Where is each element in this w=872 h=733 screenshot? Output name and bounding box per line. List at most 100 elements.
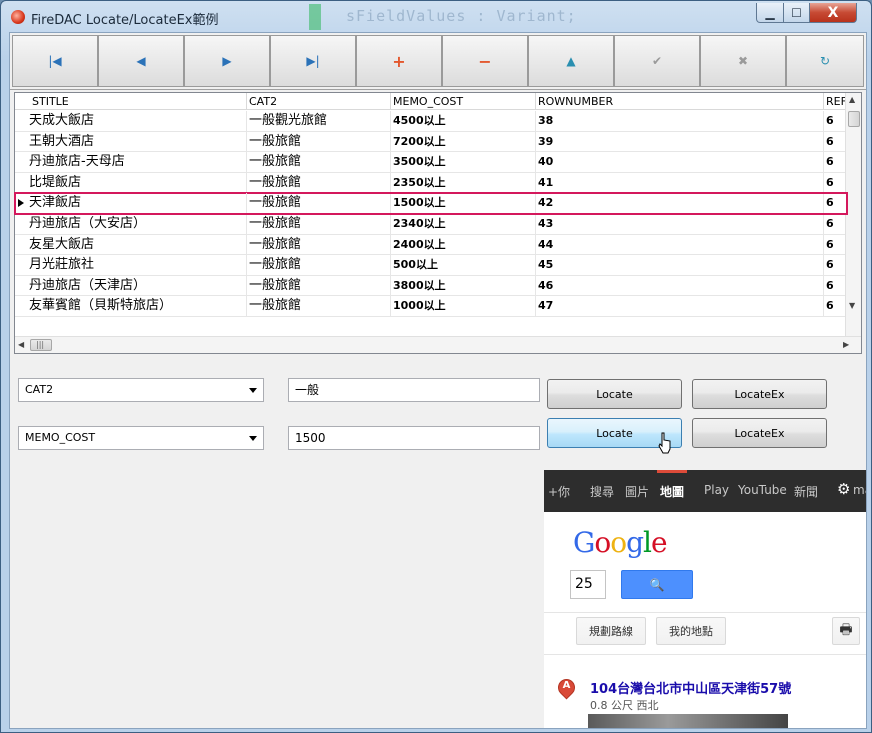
table-cell[interactable]: 6 — [824, 213, 847, 234]
table-cell[interactable]: 一般旅館 — [247, 152, 391, 172]
table-cell[interactable]: 1000以上 — [391, 296, 536, 316]
map-search-button[interactable]: 🔍 — [621, 570, 693, 599]
table-cell[interactable]: 天成大飯店 — [15, 111, 247, 131]
map-nav-item[interactable]: 搜尋 — [590, 483, 614, 500]
table-cell[interactable]: 6 — [824, 255, 847, 275]
table-cell[interactable]: 丹迪旅店-天母店 — [15, 152, 247, 172]
table-cell[interactable]: 46 — [536, 275, 824, 296]
vertical-scrollbar[interactable]: ▲ ▼ — [845, 93, 861, 336]
directions-button[interactable]: 規劃路線 — [576, 617, 646, 645]
field2-value-input[interactable]: 1500 — [288, 426, 540, 450]
locate-button-1[interactable]: Locate — [547, 379, 682, 409]
map-nav-item[interactable]: YouTube — [738, 483, 787, 497]
table-row[interactable]: 丹迪旅店-天母店 一般旅館 3500以上 40 6 — [15, 152, 847, 173]
field1-value-input[interactable]: 一般 — [288, 378, 540, 402]
table-row[interactable]: 比堤飯店 一般旅館 2350以上 41 6 — [15, 172, 847, 194]
next-record-button[interactable]: ▶ — [184, 35, 270, 87]
table-cell[interactable]: 43 — [536, 213, 824, 234]
table-cell[interactable]: 38 — [536, 111, 824, 131]
table-cell[interactable]: 4500以上 — [391, 111, 536, 131]
map-browser[interactable]: +你 搜尋圖片地圖 Play YouTube 新聞 ⚙ma Google 25 🔍 規劃路… — [544, 470, 866, 728]
my-places-button[interactable]: 我的地點 — [656, 617, 726, 645]
table-cell[interactable]: 2350以上 — [391, 172, 536, 193]
map-search-input[interactable]: 25 — [570, 570, 606, 599]
table-cell[interactable]: 一般旅館 — [247, 275, 391, 296]
data-grid[interactable]: STITLECAT2MEMO_COSTROWNUMBERREF_ 天成大飯店一般… — [14, 92, 862, 354]
table-cell[interactable]: 月光莊旅社 — [15, 255, 247, 275]
table-cell[interactable]: 丹迪旅店（天津店） — [15, 275, 247, 296]
map-nav-item[interactable]: Play — [704, 483, 729, 497]
table-cell[interactable]: 3800以上 — [391, 275, 536, 296]
table-cell[interactable]: 一般旅館 — [247, 131, 391, 152]
prior-record-button[interactable]: ◀ — [98, 35, 184, 87]
horizontal-scrollbar[interactable]: ◀ ||| ▶ — [15, 336, 861, 353]
table-cell[interactable]: 1500以上 — [391, 193, 536, 213]
scroll-down-icon[interactable]: ▼ — [849, 301, 855, 310]
field1-combo[interactable]: CAT2 — [18, 378, 264, 402]
post-edit-button[interactable]: ✔ — [614, 35, 700, 87]
scroll-up-icon[interactable]: ▲ — [849, 95, 855, 104]
table-cell[interactable]: 39 — [536, 131, 824, 152]
table-cell[interactable]: 一般旅館 — [247, 296, 391, 316]
table-row[interactable]: 友華賓館（貝斯特旅店） 一般旅館 1000以上 47 6 — [15, 296, 847, 317]
table-cell[interactable]: 6 — [824, 111, 847, 131]
table-cell[interactable]: 6 — [824, 193, 847, 213]
column-header[interactable]: ROWNUMBER — [536, 93, 824, 109]
table-cell[interactable]: 一般旅館 — [247, 255, 391, 275]
title-bar[interactable]: FireDAC Locate/LocateEx範例 sFieldValues :… — [1, 1, 871, 31]
edit-record-button[interactable]: ▲ — [528, 35, 614, 87]
table-cell[interactable]: 6 — [824, 131, 847, 152]
table-row[interactable]: 月光莊旅社 一般旅館 500以上 45 6 — [15, 255, 847, 276]
gear-icon[interactable]: ⚙ — [837, 480, 850, 498]
table-cell[interactable]: 一般旅館 — [247, 193, 391, 213]
map-nav-item[interactable]: +你 — [548, 483, 570, 500]
refresh-button[interactable]: ↻ — [786, 35, 864, 87]
delete-record-button[interactable]: − — [442, 35, 528, 87]
selected-table-row[interactable]: 天津飯店 一般旅館 1500以上 42 6 — [14, 192, 848, 215]
map-nav-item[interactable]: 新聞 — [794, 483, 818, 500]
table-cell[interactable]: 友星大飯店 — [15, 234, 247, 255]
column-header[interactable]: CAT2 — [247, 93, 391, 109]
column-header[interactable]: REF_ — [824, 93, 847, 109]
table-cell[interactable]: 6 — [824, 296, 847, 316]
table-cell[interactable]: 2400以上 — [391, 234, 536, 255]
locateex-button-2[interactable]: LocateEx — [692, 418, 827, 448]
table-cell[interactable]: 2340以上 — [391, 213, 536, 234]
table-cell[interactable]: 42 — [536, 193, 824, 213]
table-cell[interactable]: 45 — [536, 255, 824, 275]
table-cell[interactable]: 44 — [536, 234, 824, 255]
table-cell[interactable]: 7200以上 — [391, 131, 536, 152]
vertical-scroll-thumb[interactable] — [848, 111, 860, 127]
cancel-edit-button[interactable]: ✖ — [700, 35, 786, 87]
result-address-link[interactable]: 104台灣台北市中山區天津街57號 — [590, 678, 791, 697]
map-nav-item[interactable]: 地圖 — [660, 483, 684, 500]
scroll-left-icon[interactable]: ◀ — [18, 340, 24, 349]
table-cell[interactable]: 40 — [536, 152, 824, 172]
print-icon[interactable]: 🖶 — [832, 617, 860, 645]
table-cell[interactable]: 友華賓館（貝斯特旅店） — [15, 296, 247, 316]
table-cell[interactable]: 6 — [824, 275, 847, 296]
table-row[interactable]: 友星大飯店 一般旅館 2400以上 44 6 — [15, 234, 847, 256]
minimize-button[interactable]: ▁ — [756, 3, 784, 23]
table-row[interactable]: 丹迪旅店（天津店） 一般旅館 3800以上 46 6 — [15, 275, 847, 297]
table-cell[interactable]: 6 — [824, 172, 847, 193]
column-header[interactable]: STITLE — [15, 93, 247, 109]
table-cell[interactable]: 天津飯店 — [15, 193, 247, 213]
last-record-button[interactable]: ▶| — [270, 35, 356, 87]
table-cell[interactable]: 41 — [536, 172, 824, 193]
table-cell[interactable]: 3500以上 — [391, 152, 536, 172]
horizontal-scroll-thumb[interactable]: ||| — [30, 339, 52, 351]
table-cell[interactable]: 一般旅館 — [247, 172, 391, 193]
locateex-button-1[interactable]: LocateEx — [692, 379, 827, 409]
table-cell[interactable]: 500以上 — [391, 255, 536, 275]
column-header[interactable]: MEMO_COST — [391, 93, 536, 109]
table-cell[interactable]: 一般旅館 — [247, 213, 391, 234]
table-row[interactable]: 天成大飯店 一般觀光旅館 4500以上 38 6 — [15, 111, 847, 132]
table-row[interactable]: 王朝大酒店 一般旅館 7200以上 39 6 — [15, 131, 847, 153]
table-cell[interactable]: 一般旅館 — [247, 234, 391, 255]
scroll-right-icon[interactable]: ▶ — [843, 340, 849, 349]
table-cell[interactable]: 丹迪旅店（大安店） — [15, 213, 247, 234]
table-cell[interactable]: 比堤飯店 — [15, 172, 247, 193]
table-cell[interactable]: 一般觀光旅館 — [247, 111, 391, 131]
field2-combo[interactable]: MEMO_COST — [18, 426, 264, 450]
